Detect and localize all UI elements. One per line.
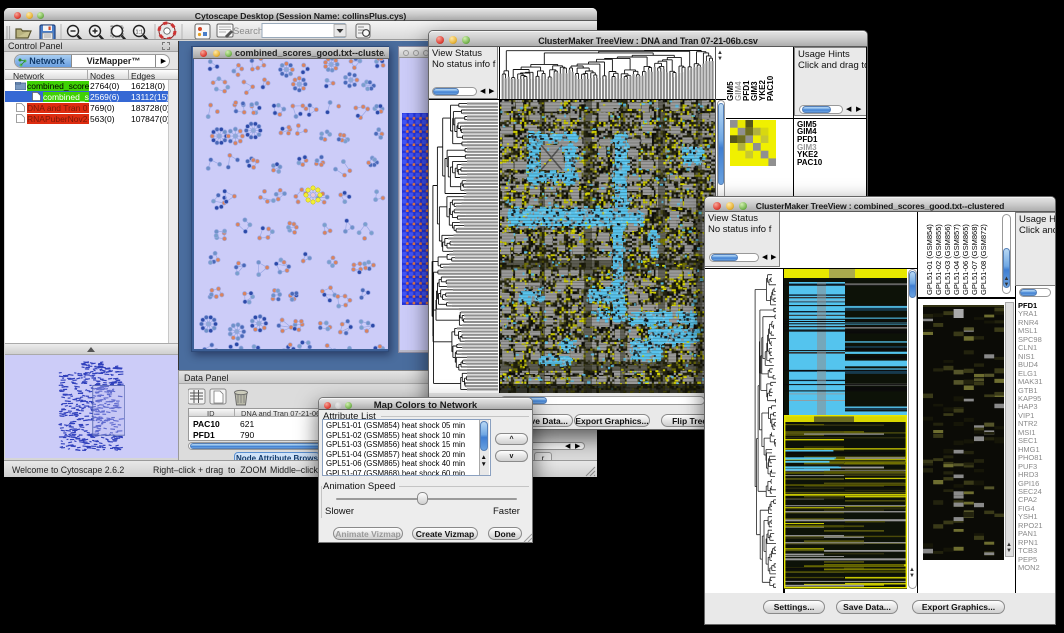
svg-text:1:1: 1:1 xyxy=(136,30,144,36)
svg-text:Search:: Search: xyxy=(233,26,266,37)
